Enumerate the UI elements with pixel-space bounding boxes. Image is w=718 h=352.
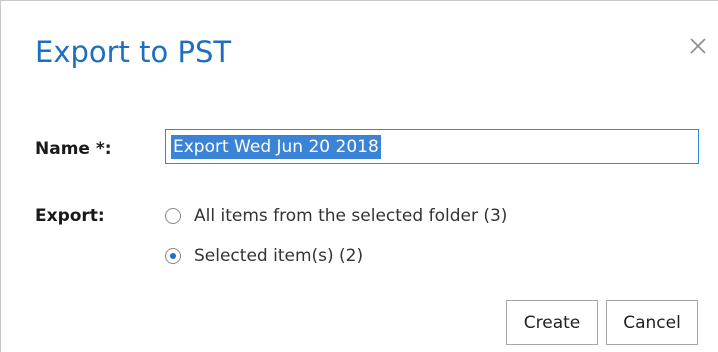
export-option-selected-items[interactable]: Selected item(s) (2) <box>165 243 363 269</box>
create-button[interactable]: Create <box>506 300 598 345</box>
export-option-all-items[interactable]: All items from the selected folder (3) <box>165 203 507 229</box>
radio-checked-icon[interactable] <box>165 248 181 264</box>
close-icon[interactable] <box>687 35 709 57</box>
name-label: Name *: <box>35 139 112 159</box>
export-to-pst-dialog: Export to PST Name *: Export Wed Jun 20 … <box>0 0 718 352</box>
cancel-button[interactable]: Cancel <box>606 300 698 345</box>
dialog-title: Export to PST <box>35 35 232 69</box>
name-field[interactable]: Export Wed Jun 20 2018 <box>165 129 699 164</box>
export-option-selected-items-label: Selected item(s) (2) <box>194 246 364 266</box>
name-field-value: Export Wed Jun 20 2018 <box>171 135 381 159</box>
export-label: Export: <box>35 206 105 226</box>
radio-unchecked-icon[interactable] <box>165 208 181 224</box>
export-option-all-items-label: All items from the selected folder (3) <box>194 206 508 226</box>
